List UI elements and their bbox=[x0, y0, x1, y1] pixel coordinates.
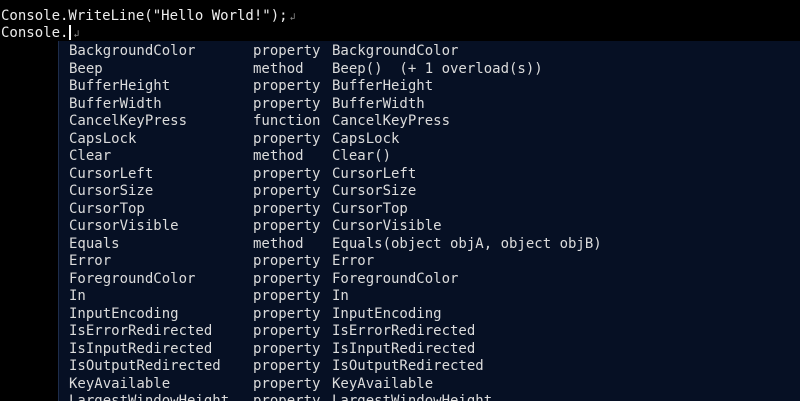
completion-item[interactable]: IsErrorRedirected property IsErrorRedirect… bbox=[59, 323, 800, 341]
completion-item-name: IsErrorRedirected bbox=[69, 323, 213, 339]
completion-item-name: CancelKeyPress bbox=[69, 113, 188, 129]
completion-item-name: IsOutputRedirected bbox=[69, 358, 221, 374]
line-return-icon: ↲ bbox=[289, 12, 296, 23]
completion-item-name: CapsLock bbox=[69, 130, 137, 147]
completion-item-kind: property bbox=[253, 165, 321, 182]
completion-item-signature: IsInputRedirected bbox=[332, 340, 476, 357]
code-text: Console. bbox=[1, 25, 69, 41]
completion-item-name: BufferWidth bbox=[69, 95, 162, 112]
completion-item-kind: function bbox=[253, 113, 321, 129]
completion-item-name: CursorVisible bbox=[69, 218, 179, 234]
completion-item-signature: CursorLeft bbox=[332, 165, 417, 182]
completion-item-kind: property bbox=[253, 358, 321, 374]
completion-item-kind: method bbox=[253, 60, 304, 77]
completion-item[interactable]: LargestWindowHeight property LargestWindow… bbox=[59, 393, 800, 401]
completion-item[interactable]: CursorSize property CursorSize bbox=[59, 183, 800, 201]
completion-item[interactable]: BufferHeight property BufferHeight bbox=[59, 78, 800, 96]
completion-item[interactable]: CapsLock property CapsLock bbox=[59, 131, 800, 149]
completion-item-name: Equals bbox=[69, 235, 120, 252]
completion-item-kind: method bbox=[253, 235, 304, 252]
completion-item[interactable]: In property In bbox=[59, 288, 800, 306]
completion-item-name: KeyAvailable bbox=[69, 375, 171, 392]
completion-item[interactable]: IsInputRedirected property IsInputRedirect… bbox=[59, 341, 800, 359]
completion-item-signature: BufferWidth bbox=[332, 95, 425, 112]
completion-item[interactable]: Beep method Beep() (+ 1 overload(s)) bbox=[59, 61, 800, 79]
completion-item[interactable]: CursorVisible property CursorVisible bbox=[59, 218, 800, 236]
completion-item-signature: LargestWindowHeight bbox=[332, 393, 493, 401]
completion-item[interactable]: Equals method Equals(object objA, object o… bbox=[59, 236, 800, 254]
completion-item-name: Beep bbox=[69, 60, 103, 77]
completion-item-signature: CapsLock bbox=[332, 130, 400, 147]
completion-item-signature: CursorTop bbox=[332, 200, 408, 217]
completion-item[interactable]: Clear method Clear() bbox=[59, 148, 800, 166]
completion-item-kind: property bbox=[253, 375, 321, 392]
completion-item-name: CursorSize bbox=[69, 183, 154, 199]
completion-item-signature: CursorVisible bbox=[332, 218, 442, 234]
completion-item-name: BufferHeight bbox=[69, 78, 171, 94]
completion-item-name: In bbox=[69, 288, 86, 304]
completion-item-name: ForegroundColor bbox=[69, 270, 196, 287]
completion-item-signature: IsOutputRedirected bbox=[332, 358, 484, 374]
completion-item-signature: Equals(object objA, object objB) bbox=[332, 235, 602, 252]
completion-item[interactable]: CursorTop property CursorTop bbox=[59, 201, 800, 219]
completion-item[interactable]: Error property Error bbox=[59, 253, 800, 271]
completion-popup[interactable]: BackgroundColor property BackgroundColor Be… bbox=[58, 41, 800, 401]
completion-item-kind: property bbox=[253, 288, 321, 304]
completion-item-name: InputEncoding bbox=[69, 305, 179, 322]
completion-item-name: CursorTop bbox=[69, 200, 145, 217]
completion-item-signature: IsErrorRedirected bbox=[332, 323, 476, 339]
completion-item-signature: Error bbox=[332, 253, 375, 269]
completion-item-signature: KeyAvailable bbox=[332, 375, 434, 392]
string-literal: "Hello World!" bbox=[152, 8, 271, 24]
completion-item-kind: property bbox=[253, 43, 321, 59]
completion-item-name: Clear bbox=[69, 148, 112, 164]
code-line-1[interactable]: Console.WriteLine("Hello World!"); ↲ bbox=[1, 7, 296, 25]
completion-item-signature: In bbox=[332, 288, 349, 304]
completion-item-kind: property bbox=[253, 218, 321, 234]
completion-item[interactable]: BufferWidth property BufferWidth bbox=[59, 96, 800, 114]
completion-item-signature: Beep() (+ 1 overload(s)) bbox=[332, 60, 543, 77]
completion-item-kind: property bbox=[253, 270, 321, 287]
completion-item-name: LargestWindowHeight bbox=[69, 393, 230, 401]
completion-item-kind: property bbox=[253, 253, 321, 269]
completion-item-signature: BufferHeight bbox=[332, 78, 434, 94]
text-cursor bbox=[69, 25, 72, 40]
completion-item-signature: BackgroundColor bbox=[332, 43, 459, 59]
completion-item[interactable]: BackgroundColor property BackgroundColor bbox=[59, 43, 800, 61]
completion-item[interactable]: KeyAvailable property KeyAvailable bbox=[59, 376, 800, 394]
completion-item-signature: CursorSize bbox=[332, 183, 417, 199]
completion-item-kind: property bbox=[253, 183, 321, 199]
completion-item[interactable]: IsOutputRedirected property IsOutputRedire… bbox=[59, 358, 800, 376]
completion-item-kind: property bbox=[253, 305, 321, 322]
code-prefix: Console.WriteLine( bbox=[1, 8, 153, 24]
completion-item-kind: property bbox=[253, 78, 321, 94]
code-line-2[interactable]: Console. ↲ bbox=[1, 24, 79, 42]
completion-item-kind: property bbox=[253, 200, 321, 217]
completion-item-kind: method bbox=[253, 148, 304, 164]
completion-item-name: Error bbox=[69, 253, 112, 269]
completion-item-signature: ForegroundColor bbox=[332, 270, 459, 287]
completion-item-kind: property bbox=[253, 393, 321, 401]
completion-item-kind: property bbox=[253, 95, 321, 112]
completion-item-name: IsInputRedirected bbox=[69, 340, 213, 357]
completion-item-signature: Clear() bbox=[332, 148, 392, 164]
completion-item[interactable]: ForegroundColor property ForegroundColor bbox=[59, 271, 800, 289]
completion-item-kind: property bbox=[253, 130, 321, 147]
completion-item-kind: property bbox=[253, 340, 321, 357]
completion-item[interactable]: CancelKeyPress function CancelKeyPress bbox=[59, 113, 800, 131]
completion-item-signature: InputEncoding bbox=[332, 305, 442, 322]
completion-item-signature: CancelKeyPress bbox=[332, 113, 451, 129]
completion-item-name: BackgroundColor bbox=[69, 43, 196, 59]
completion-item-name: CursorLeft bbox=[69, 165, 154, 182]
line-return-icon: ↲ bbox=[73, 29, 80, 40]
completion-item-kind: property bbox=[253, 323, 321, 339]
completion-item[interactable]: InputEncoding property InputEncoding bbox=[59, 306, 800, 324]
code-suffix: ); bbox=[270, 8, 288, 24]
completion-item[interactable]: CursorLeft property CursorLeft bbox=[59, 166, 800, 184]
